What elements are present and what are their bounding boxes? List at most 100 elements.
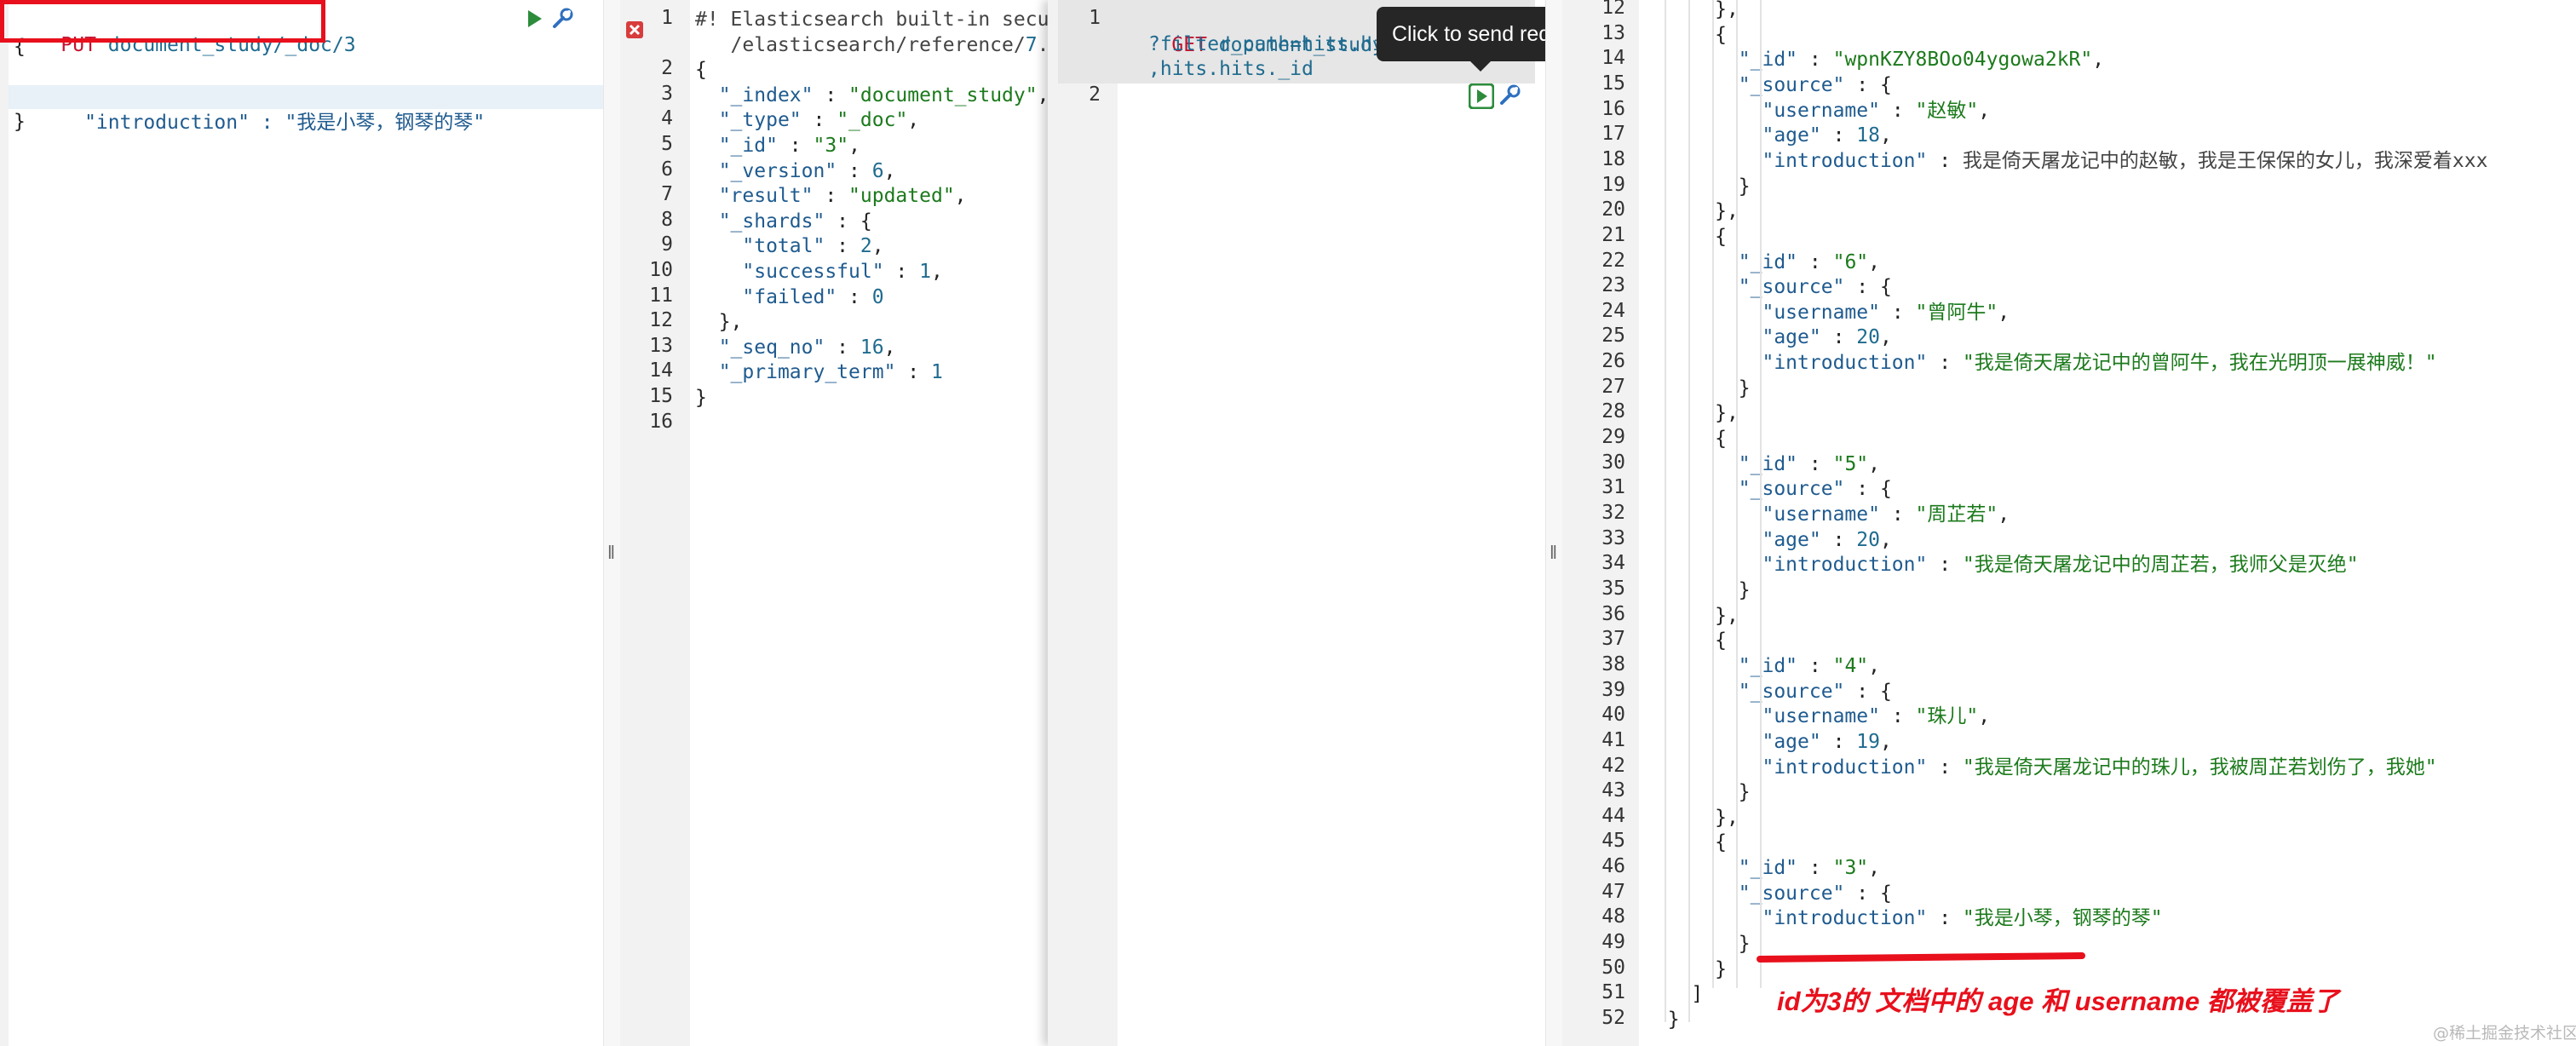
line-number: 11 [649, 284, 673, 307]
code-line: { [1715, 831, 1727, 854]
response-pane-1[interactable]: #! Elasticsearch built-in secu 1 /elastic… [620, 0, 1048, 1046]
code-line: "successful" : 1, [742, 261, 943, 283]
code-line: "username" : "赵敏", [1762, 99, 1991, 122]
code-line: { [1715, 428, 1727, 451]
play-triangle-icon[interactable] [526, 9, 543, 29]
split-divider-left[interactable]: ‖ [603, 0, 622, 1046]
line-number: 14 [649, 359, 673, 382]
code-line: "username" : "曾阿牛", [1762, 301, 2010, 324]
line-number: 43 [1601, 779, 1625, 802]
line-number: 18 [1601, 147, 1625, 170]
line-number: 13 [649, 334, 673, 357]
code-line: "introduction" : "我是小琴，钢琴的琴" [1762, 907, 2163, 930]
line-number: 3 [661, 82, 673, 105]
line-number: 51 [1601, 981, 1625, 1004]
line-number: 50 [1601, 956, 1625, 979]
code-line: "age" : 18, [1762, 124, 1892, 147]
indent-guide [1665, 0, 1666, 1022]
line-number: 30 [1601, 451, 1625, 474]
line-number: 2 [1089, 83, 1101, 106]
response-1-gutter [620, 0, 690, 1046]
indent-guide [1688, 0, 1690, 1022]
code-line: "_id" : "wpnKZY8BOo04ygowa2kR", [1738, 49, 2105, 72]
line-number: 47 [1601, 880, 1625, 903]
code-line: }, [1715, 604, 1739, 627]
line-number: 12 [1601, 0, 1625, 19]
line-number: 21 [1601, 223, 1625, 246]
code-line: "failed" : 0 [742, 285, 884, 308]
code-line: "introduction" : "我是倚天屠龙记中的珠儿，我被周芷若划伤了，我… [1762, 756, 2437, 779]
body-line-4[interactable]: } [14, 109, 603, 135]
line-number: 31 [1601, 476, 1625, 499]
code-line: "result" : "updated", [718, 185, 967, 208]
code-line: { [695, 59, 707, 82]
line-number: 27 [1601, 375, 1625, 398]
code-line: "_source" : { [1738, 276, 1892, 299]
line-number: 24 [1601, 299, 1625, 322]
line-number: 17 [1601, 123, 1625, 146]
line-number: 32 [1601, 502, 1625, 524]
line-number: 20 [1601, 198, 1625, 221]
line-number: 15 [649, 385, 673, 407]
resize-handle-icon[interactable]: ‖ [607, 542, 615, 564]
line-number: 12 [649, 309, 673, 332]
line-number: 49 [1601, 931, 1625, 954]
line-number: 15 [1601, 72, 1625, 95]
indent-guide [1760, 0, 1762, 988]
code-line: "total" : 2, [742, 235, 884, 258]
code-line: } [1738, 781, 1751, 804]
line-number: 1 [661, 7, 673, 29]
line-number: 41 [1601, 728, 1625, 751]
line-number: 2 [661, 57, 673, 80]
line-number: 48 [1601, 905, 1625, 928]
code-line: "introduction" : "我是倚天屠龙记中的周芷若，我师父是灭绝" [1762, 554, 2359, 577]
code-line: }, [1715, 0, 1739, 20]
line-number: 13 [1601, 21, 1625, 44]
code-line: "_source" : { [1738, 680, 1892, 703]
middle-request-editor[interactable]: 1 2 GET document_study/_se ?filter_path=… [1048, 0, 1545, 1046]
indent-guide [1736, 0, 1738, 988]
split-divider-right[interactable]: ‖ [1545, 0, 1564, 1046]
code-line: "_shards" : { [718, 210, 872, 233]
line-number: 7 [661, 183, 673, 206]
line-number: 28 [1601, 400, 1625, 423]
code-line: "_primary_term" : 1 [718, 361, 943, 384]
code-line: }, [1715, 402, 1739, 425]
code-line: "introduction" : 我是倚天屠龙记中的赵敏，我是王保保的女儿，我深… [1762, 149, 2488, 172]
middle-editor-gutter [1048, 0, 1118, 1046]
left-request-editor[interactable]: PUT document_study/_doc/3 { "introductio… [0, 0, 603, 1046]
line-number: 34 [1601, 552, 1625, 575]
code-line: "introduction" : "我是倚天屠龙记中的曾阿牛，我在光明顶一展神威… [1762, 352, 2437, 375]
line-number: 45 [1601, 830, 1625, 853]
code-line: "_id" : "3", [1738, 857, 1880, 880]
code-line: }, [1715, 806, 1739, 829]
play-triangle-icon[interactable] [1468, 83, 1495, 110]
line-number: 5 [661, 133, 673, 155]
code-line: "_source" : { [1738, 882, 1892, 905]
resize-handle-icon[interactable]: ‖ [1550, 542, 1557, 564]
line-number: 44 [1601, 804, 1625, 827]
watermark: @稀土掘金技术社区 [2433, 1024, 2576, 1043]
code-line: } [695, 387, 707, 409]
code-line: "_source" : { [1738, 478, 1892, 501]
code-line: { [1715, 23, 1727, 46]
code-line: } [1738, 578, 1751, 601]
line-number: 23 [1601, 274, 1625, 297]
line-number: 6 [661, 158, 673, 181]
code-line: } [1738, 175, 1751, 198]
code-line: "username" : "周芷若", [1762, 503, 2010, 526]
code-line: "age" : 19, [1762, 730, 1892, 753]
body-line-3[interactable]: "introduction" : "我是小琴，钢琴的琴" [14, 84, 603, 134]
code-line: "_id" : "4", [1738, 654, 1880, 677]
code-line: "username" : "珠儿", [1762, 705, 1991, 728]
wrench-icon[interactable] [1498, 83, 1521, 107]
wrench-icon[interactable] [550, 7, 574, 31]
body-line-2[interactable] [14, 60, 603, 85]
code-line: } [1738, 933, 1751, 956]
line-number: 9 [661, 233, 673, 256]
line-number: 16 [1601, 97, 1625, 120]
line-number: 39 [1601, 678, 1625, 701]
overwrite-annotation: id为3的 文档中的 age 和 username 都被覆盖了 [1777, 986, 2339, 1016]
response-pane-2[interactable]: }, 12 {13 "_id" : "wpnKZY8BOo04ygowa2kR",… [1562, 0, 2576, 1046]
